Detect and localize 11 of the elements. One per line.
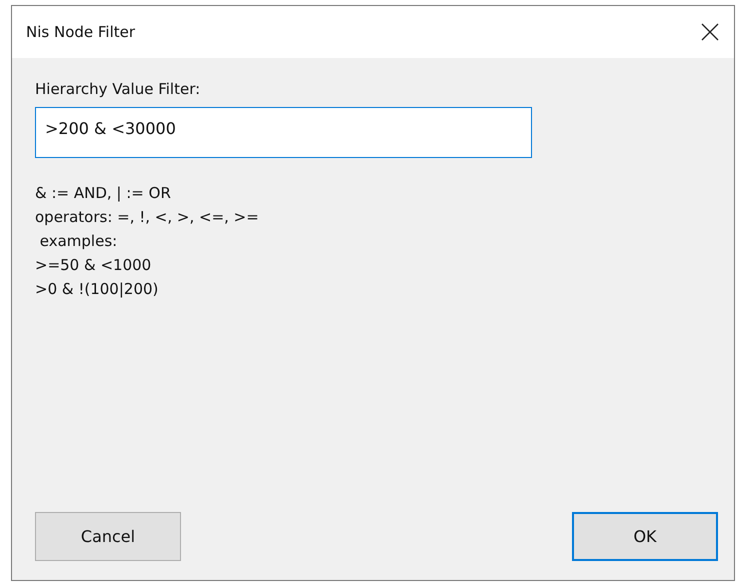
cancel-button[interactable]: Cancel: [35, 512, 181, 561]
help-text-line: operators: =, !, <, >, <=, >=: [35, 207, 259, 228]
window-title: Nis Node Filter: [26, 23, 136, 41]
ok-button[interactable]: OK: [572, 512, 718, 561]
close-icon[interactable]: [701, 23, 719, 41]
filter-label: Hierarchy Value Filter:: [35, 80, 200, 98]
help-text-line: >0 & !(100|200): [35, 279, 158, 300]
help-text-line: >=50 & <1000: [35, 255, 152, 276]
filter-input-field[interactable]: >200 & <30000: [35, 107, 532, 158]
help-text-line: examples:: [38, 231, 118, 252]
help-text-line: & := AND, | := OR: [35, 183, 171, 204]
